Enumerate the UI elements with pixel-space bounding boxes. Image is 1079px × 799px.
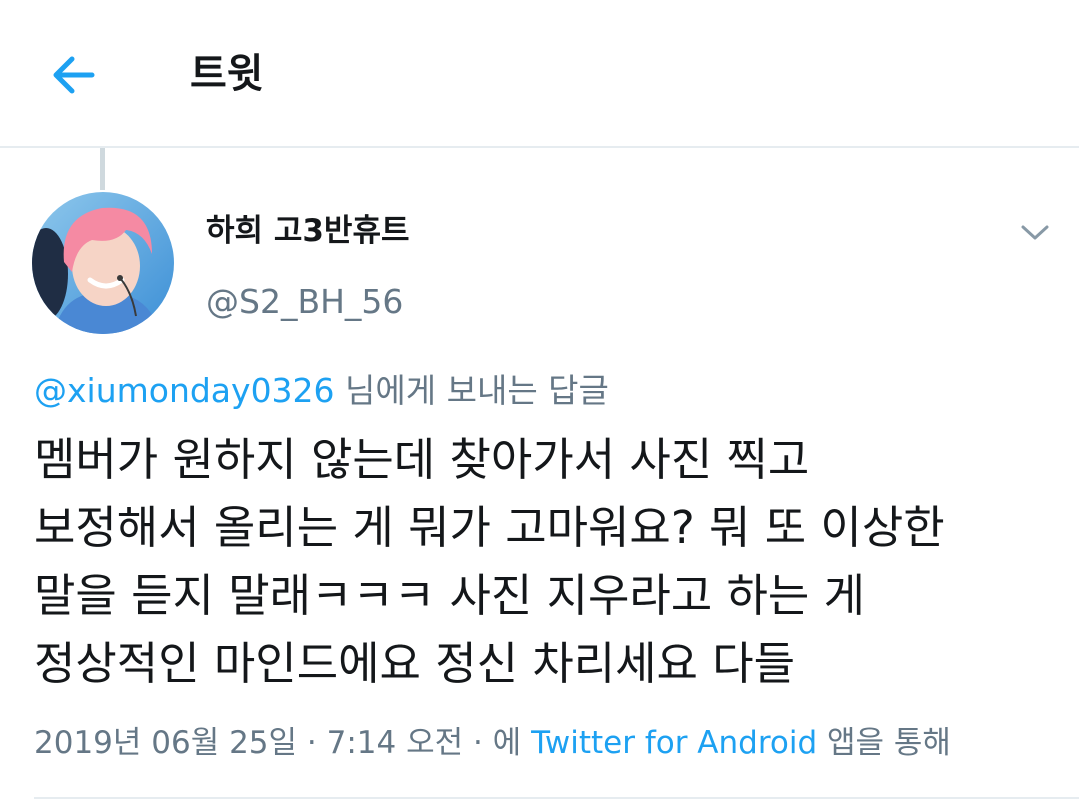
tweet-text-line: 멤버가 원하지 않는데 찾아가서 사진 찍고 xyxy=(34,433,810,486)
thread-connector-line xyxy=(100,148,105,190)
chevron-down-icon xyxy=(1021,225,1049,240)
author-display-name[interactable]: 하희 고3반휴트 xyxy=(206,210,409,252)
top-app-bar: 트윗 xyxy=(0,0,1079,148)
tweet-body: 멤버가 원하지 않는데 찾아가서 사진 찍고 보정해서 올리는 게 뭐가 고마워… xyxy=(34,426,1044,698)
tweet-meta: 2019년 06월 25일 · 7:14 오전 · 에 Twitter for … xyxy=(34,720,951,766)
tweet-source-suffix: 앱을 통해 xyxy=(817,725,951,761)
tweet-menu-button[interactable] xyxy=(1010,212,1060,254)
page-title: 트윗 xyxy=(190,51,264,97)
avatar[interactable] xyxy=(32,192,174,334)
reply-mention-link[interactable]: @xiumonday0326 xyxy=(34,371,335,410)
reply-context-suffix: 님에게 보내는 답글 xyxy=(334,371,609,410)
tweet-timestamp: 2019년 06월 25일 · 7:14 오전 · 에 xyxy=(34,725,532,761)
back-button[interactable] xyxy=(40,42,106,108)
tweet-source-link[interactable]: Twitter for Android xyxy=(531,725,817,761)
tweet-text-line: 말을 듣지 말래ㅋㅋㅋ 사진 지우라고 하는 게 xyxy=(34,569,866,622)
tweet-text-line: 정상적인 마인드에요 정신 차리세요 다들 xyxy=(34,637,796,690)
profile-photo xyxy=(32,192,174,334)
tweet-text-line: 보정해서 올리는 게 뭐가 고마워요? 뭐 또 이상한 xyxy=(34,501,945,554)
arrow-left-icon xyxy=(53,56,95,94)
reply-context: @xiumonday0326 님에게 보내는 답글 xyxy=(34,368,609,414)
author-handle[interactable]: @S2_BH_56 xyxy=(206,280,403,324)
